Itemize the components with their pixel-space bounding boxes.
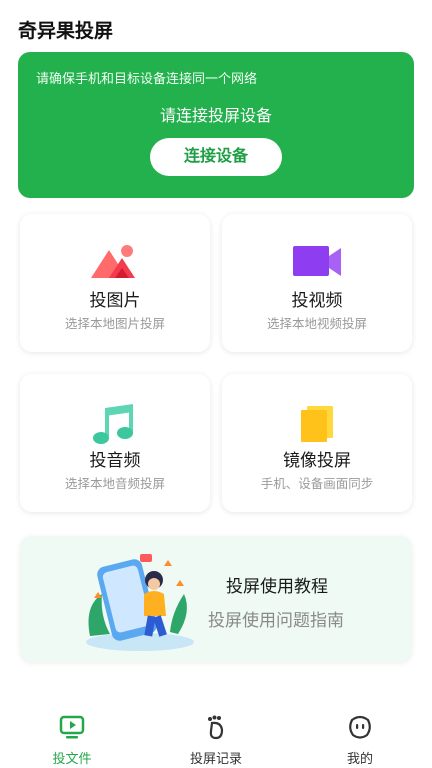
profile-face-icon	[288, 714, 432, 740]
mirror-cast-tile[interactable]: 镜像投屏 手机、设备画面同步	[222, 374, 412, 512]
tab-cast-history[interactable]: 投屏记录	[144, 706, 288, 768]
tile-title: 镜像投屏	[283, 451, 351, 471]
picture-icon	[20, 242, 210, 282]
tile-subtitle: 选择本地视频投屏	[266, 316, 367, 331]
connect-device-button[interactable]: 连接设备	[150, 138, 282, 176]
tab-label: 投屏记录	[189, 752, 242, 767]
tab-cast-files[interactable]: 投文件	[0, 706, 144, 768]
connect-card: 请确保手机和目标设备连接同一个网络 请连接投屏设备 连接设备	[18, 52, 414, 198]
footprint-icon	[144, 714, 288, 740]
cast-audio-tile[interactable]: 投音频 选择本地音频投屏	[20, 374, 210, 512]
tutorial-title: 投屏使用教程	[226, 577, 328, 597]
tab-label: 投文件	[52, 752, 92, 767]
connect-prompt: 请连接投屏设备	[159, 106, 272, 125]
tv-icon	[0, 714, 144, 740]
app-title: 奇异果投屏	[18, 20, 114, 42]
tutorial-card[interactable]: 投屏使用教程 投屏使用问题指南	[20, 536, 412, 662]
cast-video-tile[interactable]: 投视频 选择本地视频投屏	[222, 214, 412, 352]
connect-hint: 请确保手机和目标设备连接同一个网络	[36, 72, 258, 87]
music-icon	[20, 402, 210, 444]
tab-label: 我的	[346, 752, 373, 767]
tab-profile[interactable]: 我的	[288, 706, 432, 768]
tutorial-illustration	[80, 546, 198, 654]
mirror-icon	[222, 402, 412, 442]
tutorial-subtitle: 投屏使用问题指南	[208, 611, 344, 631]
tile-title: 投音频	[89, 451, 141, 471]
tile-title: 投图片	[89, 291, 141, 311]
tile-subtitle: 选择本地图片投屏	[64, 316, 165, 331]
cast-picture-tile[interactable]: 投图片 选择本地图片投屏	[20, 214, 210, 352]
tile-subtitle: 选择本地音频投屏	[64, 476, 165, 491]
tile-subtitle: 手机、设备画面同步	[260, 476, 374, 491]
bottom-tab-bar: 投文件 投屏记录 我的	[0, 706, 432, 768]
tile-title: 投视频	[291, 291, 343, 311]
video-icon	[222, 242, 412, 282]
